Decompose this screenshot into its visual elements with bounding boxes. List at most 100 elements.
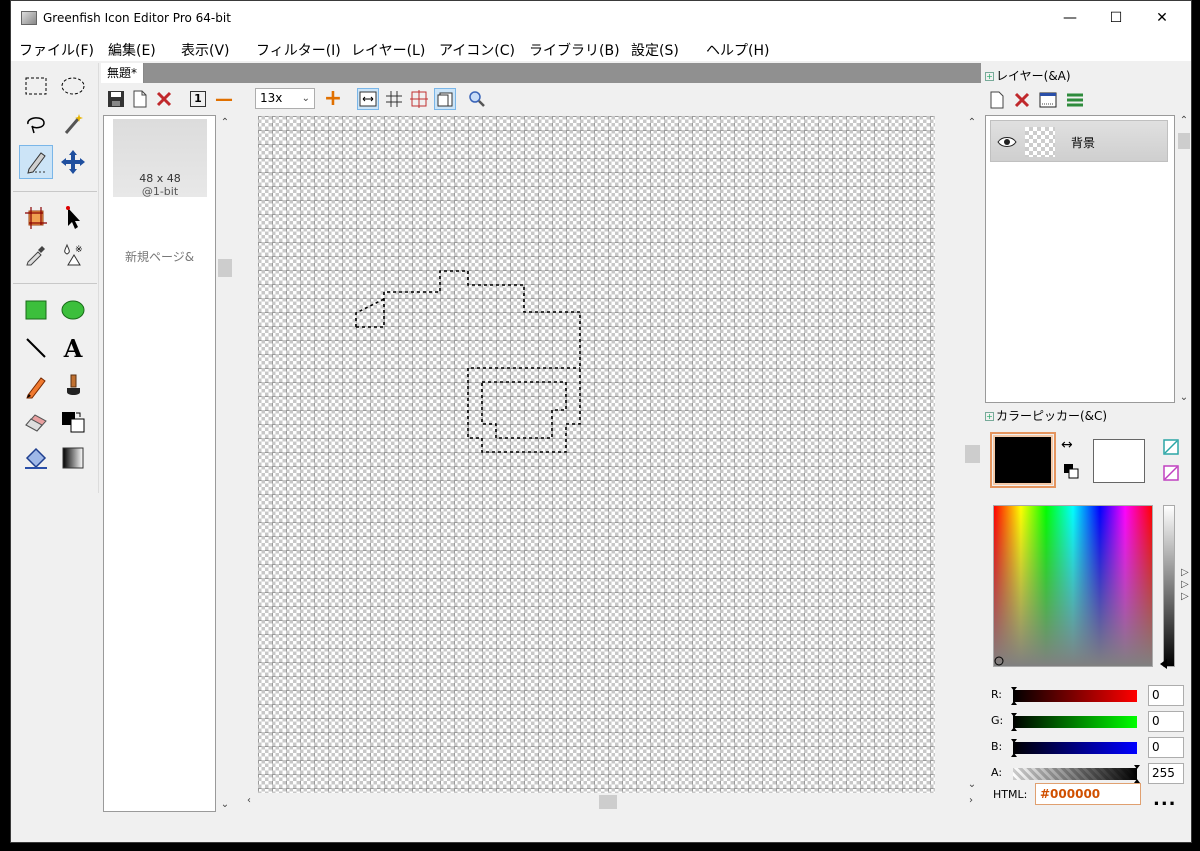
blue-label: B: (991, 740, 1003, 753)
save-button[interactable] (105, 88, 127, 110)
freehand-selection-tool[interactable] (19, 145, 53, 179)
foreground-color-swatch[interactable] (990, 432, 1056, 488)
color-replace-tool[interactable]: ※ (56, 237, 90, 271)
line-tool[interactable] (19, 331, 53, 365)
fit-width-toggle[interactable] (357, 88, 379, 110)
canvas-vscrollbar[interactable]: ⌃ ⌄ (964, 115, 981, 792)
close-button[interactable]: ✕ (1139, 1, 1185, 35)
crop-tool[interactable] (19, 201, 53, 235)
background-color-swatch[interactable] (1093, 439, 1145, 483)
canvas-hscroll-thumb[interactable] (599, 795, 617, 809)
move-tool[interactable] (56, 145, 90, 179)
zoom-select[interactable]: 13x ⌄ (255, 88, 315, 109)
pages-scroll-thumb[interactable] (218, 259, 232, 277)
scroll-right-icon[interactable]: › (963, 795, 979, 806)
icon-canvas[interactable] (258, 116, 935, 793)
green-value-input[interactable]: 0 (1148, 711, 1184, 732)
menu-layer[interactable]: レイヤー(L) (351, 40, 425, 60)
eraser-tool[interactable] (19, 405, 53, 439)
green-slider[interactable] (1013, 716, 1137, 728)
alpha-slider-thumb[interactable] (1134, 765, 1140, 783)
luminance-marker-icon[interactable] (1160, 659, 1168, 669)
layers-panel-header[interactable]: + レイヤー(&A) (985, 67, 1071, 84)
merge-layers-icon[interactable] (1065, 91, 1085, 109)
scroll-up-icon[interactable]: ⌃ (217, 117, 233, 128)
inverted-color-icon[interactable] (1163, 465, 1179, 481)
menu-view[interactable]: 表示(V) (181, 40, 230, 60)
scroll-up-icon[interactable]: ⌃ (1176, 115, 1192, 126)
layer-scroll-thumb[interactable] (1178, 133, 1190, 149)
clone-tool[interactable] (56, 405, 90, 439)
scroll-down-icon[interactable]: ⌄ (1176, 392, 1192, 403)
red-slider-thumb[interactable] (1011, 687, 1017, 705)
green-slider-thumb[interactable] (1011, 713, 1017, 731)
menu-icon[interactable]: アイコン(C) (439, 40, 515, 60)
alpha-slider[interactable] (1013, 768, 1137, 780)
canvas-vscroll-thumb[interactable] (965, 445, 980, 463)
menu-filter[interactable]: フィルター(I) (256, 40, 341, 60)
canvas-hscrollbar[interactable]: ‹ › (239, 793, 981, 811)
menu-library[interactable]: ライブラリ(B) (529, 40, 620, 60)
new-page-link[interactable]: 新規ページ& (104, 248, 215, 265)
delete-page-button[interactable] (153, 88, 175, 110)
menu-edit[interactable]: 編集(E) (108, 40, 156, 60)
grid-toggle[interactable] (383, 88, 405, 110)
brush-tool[interactable] (56, 369, 90, 403)
new-document-icon (133, 90, 147, 108)
panel-resize-arrows[interactable]: ▷ ▷ ▷ (1181, 567, 1193, 603)
blue-slider[interactable] (1013, 742, 1137, 754)
page-thumbnail[interactable]: 48 x 48 @1-bit (113, 119, 207, 198)
eye-icon[interactable] (997, 135, 1017, 149)
magnifier-button[interactable] (466, 88, 488, 110)
pencil-tool[interactable] (19, 369, 53, 403)
scroll-left-icon[interactable]: ‹ (241, 795, 257, 806)
more-options-button[interactable]: ... (1153, 789, 1177, 810)
pointer-icon (66, 206, 80, 229)
red-value-input[interactable]: 0 (1148, 685, 1184, 706)
blue-value-input[interactable]: 0 (1148, 737, 1184, 758)
maximize-button[interactable]: ☐ (1093, 1, 1139, 35)
reset-colors-icon[interactable] (1063, 463, 1079, 479)
scroll-up-icon[interactable]: ⌃ (964, 117, 980, 128)
menu-settings[interactable]: 設定(S) (631, 40, 679, 60)
new-page-button[interactable] (129, 88, 151, 110)
rect-select-tool[interactable] (19, 69, 53, 103)
gradient-tool[interactable] (56, 441, 90, 475)
red-slider[interactable] (1013, 690, 1137, 702)
luminance-bar[interactable] (1163, 505, 1175, 667)
alpha-value-input[interactable]: 255 (1148, 763, 1184, 784)
delete-layer-icon[interactable] (1013, 91, 1031, 109)
magic-wand-tool[interactable] (56, 107, 90, 141)
zoom-in-button[interactable]: + (322, 88, 344, 110)
menu-help[interactable]: ヘルプ(H) (706, 40, 769, 60)
layer-item[interactable]: 背景 (990, 120, 1168, 162)
center-lines-toggle[interactable] (408, 88, 430, 110)
swap-colors-icon[interactable]: ↔ (1061, 437, 1073, 453)
color-picker-header[interactable]: + カラーピッカー(&C) (985, 407, 1107, 424)
transparent-color-icon[interactable] (1163, 439, 1179, 455)
layer-list-scrollbar[interactable]: ⌃ ⌄ (1177, 115, 1191, 403)
blue-slider-thumb[interactable] (1011, 739, 1017, 757)
move-icon (61, 150, 85, 174)
menu-file[interactable]: ファイル(F) (19, 40, 94, 60)
ellipse-select-tool[interactable] (56, 69, 90, 103)
scroll-down-icon[interactable]: ⌄ (217, 799, 233, 810)
color-spectrum[interactable] (993, 505, 1153, 667)
layer-properties-icon[interactable] (1039, 91, 1057, 109)
tab-untitled[interactable]: 無題* (101, 63, 145, 83)
pages-scrollbar[interactable]: ⌃ ⌄ (216, 115, 234, 812)
tile-preview-toggle[interactable] (434, 88, 456, 110)
pointer-tool[interactable] (56, 201, 90, 235)
zoom-out-button[interactable]: — (213, 88, 235, 110)
lasso-tool[interactable] (19, 107, 53, 141)
fill-tool[interactable] (19, 441, 53, 475)
ellipse-tool[interactable] (56, 293, 90, 327)
scroll-down-icon[interactable]: ⌄ (964, 779, 980, 790)
actual-size-button[interactable]: 1 (187, 88, 209, 110)
eyedropper-tool[interactable] (19, 237, 53, 271)
minimize-button[interactable]: — (1047, 1, 1093, 35)
text-tool[interactable]: A (56, 331, 90, 365)
html-color-input[interactable]: #000000 (1035, 783, 1141, 805)
new-layer-icon[interactable] (989, 91, 1005, 109)
rectangle-tool[interactable] (19, 293, 53, 327)
